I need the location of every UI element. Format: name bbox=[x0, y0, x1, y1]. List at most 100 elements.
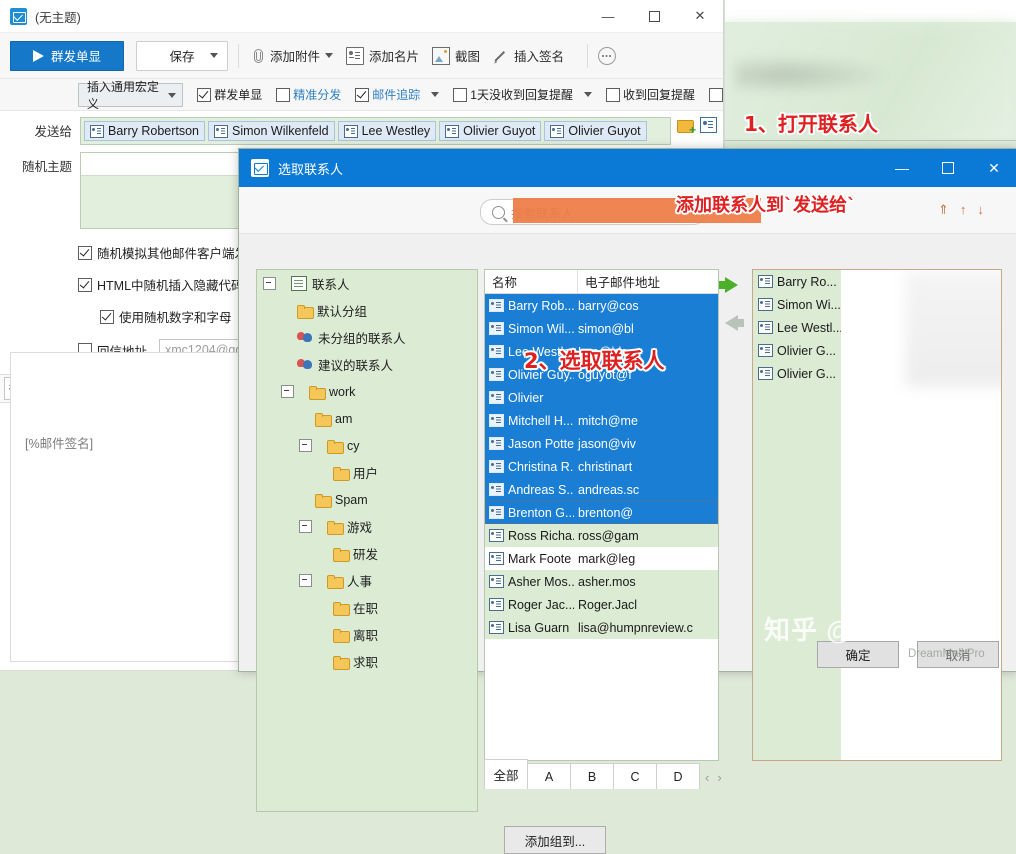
contact-name: Andreas S... bbox=[508, 482, 574, 497]
tree-item-ungrouped[interactable]: 未分组的联系人 bbox=[257, 324, 477, 351]
tree-container[interactable]: 联系人 默认分组 未分组的联系人 建议的联系人 work am cy 用户 Sp… bbox=[256, 269, 478, 812]
collapse-toggle-icon[interactable] bbox=[299, 574, 312, 587]
contact-email: lisa@humpnreview.c bbox=[578, 620, 693, 635]
chevron-down-icon[interactable] bbox=[325, 53, 334, 58]
checkbox-box[interactable] bbox=[197, 87, 212, 102]
insert-macro-button[interactable]: 插入通用宏定义 bbox=[78, 80, 184, 111]
selected-contacts-panel[interactable]: Barry Ro...barry@c Simon Wi...simon@ Lee… bbox=[752, 269, 1002, 761]
screenshot-button[interactable]: 截图 bbox=[432, 46, 480, 65]
tree-item-cy[interactable]: cy bbox=[257, 432, 477, 459]
collapse-toggle-icon[interactable] bbox=[299, 520, 312, 533]
tree-item-jobseeking[interactable]: 求职 bbox=[257, 648, 477, 675]
maximize-button[interactable] bbox=[631, 0, 677, 32]
contact-row[interactable]: Asher Mos... asher.mos bbox=[485, 570, 718, 593]
checkbox-mail-tracking[interactable]: 邮件追踪 bbox=[355, 86, 440, 103]
column-header-name[interactable]: 名称 bbox=[485, 270, 578, 293]
alphabet-prev-icon[interactable]: ‹ bbox=[705, 770, 709, 785]
checkbox-mass-single[interactable]: 群发单显 bbox=[197, 86, 262, 103]
chevron-down-icon[interactable] bbox=[431, 92, 440, 97]
collapse-toggle-icon[interactable] bbox=[263, 277, 276, 290]
tree-item-spam[interactable]: Spam bbox=[257, 486, 477, 513]
alphabet-tab-c[interactable]: C bbox=[613, 763, 657, 789]
checkbox-box[interactable] bbox=[355, 87, 370, 102]
alphabet-next-icon[interactable]: › bbox=[717, 770, 721, 785]
contact-row[interactable]: Mark Foote mark@leg bbox=[485, 547, 718, 570]
tree-item-default-group[interactable]: 默认分组 bbox=[257, 297, 477, 324]
contact-row[interactable]: Lisa Guarn lisa@humpnreview.c bbox=[485, 616, 718, 639]
tree-item-resigned[interactable]: 离职 bbox=[257, 621, 477, 648]
tree-item-suggested[interactable]: 建议的联系人 bbox=[257, 351, 477, 378]
contact-row[interactable]: Ross Richa... ross@gam bbox=[485, 524, 718, 547]
checkbox-box[interactable] bbox=[78, 245, 92, 260]
recipient-chip[interactable]: Simon Wilkenfeld bbox=[208, 121, 335, 141]
open-contacts-icon[interactable] bbox=[700, 117, 717, 133]
dialog-minimize-button[interactable]: — bbox=[879, 149, 925, 187]
tree-item-games[interactable]: 游戏 bbox=[257, 513, 477, 540]
checkbox-box[interactable] bbox=[100, 309, 114, 324]
chevron-down-icon[interactable] bbox=[210, 53, 218, 58]
checkbox-box[interactable] bbox=[78, 277, 92, 292]
sort-up-icon[interactable]: ↑ bbox=[960, 202, 967, 218]
contact-card-icon bbox=[758, 367, 773, 380]
checkbox-no-reply-reminder[interactable]: 1天没收到回复提醒 bbox=[453, 86, 592, 103]
dialog-maximize-button[interactable] bbox=[925, 149, 971, 187]
checkbox-precise-distribution[interactable]: 精准分发 bbox=[276, 86, 341, 103]
contact-row[interactable]: Simon Wil... simon@bl bbox=[485, 317, 718, 340]
more-options-button[interactable] bbox=[598, 46, 617, 65]
add-right-arrow-icon[interactable] bbox=[719, 277, 738, 293]
contact-card-icon bbox=[489, 322, 504, 335]
tree-item-am[interactable]: am bbox=[257, 405, 477, 432]
contact-row[interactable]: Olivier bbox=[485, 386, 718, 409]
collapse-toggle-icon[interactable] bbox=[299, 439, 312, 452]
checkbox-box[interactable] bbox=[276, 87, 291, 102]
contact-row[interactable]: Jason Potter jason@viv bbox=[485, 432, 718, 455]
recipient-chip[interactable]: Barry Robertson bbox=[84, 121, 206, 141]
alphabet-tab-a[interactable]: A bbox=[527, 763, 571, 789]
minimize-button[interactable]: — bbox=[585, 0, 631, 32]
column-header-email[interactable]: 电子邮件地址 bbox=[578, 270, 660, 293]
contact-row[interactable]: Andreas S... andreas.sc bbox=[485, 478, 718, 501]
add-business-card-button[interactable]: 添加名片 bbox=[346, 46, 419, 65]
selected-sort-controls: ⇑ ↑ ↓ bbox=[938, 202, 984, 218]
alphabet-tab-d[interactable]: D bbox=[656, 763, 700, 789]
send-button[interactable]: 群发单显 bbox=[10, 40, 124, 71]
checkbox-box[interactable] bbox=[453, 87, 468, 102]
add-attachment-button[interactable]: 添加附件 bbox=[249, 46, 334, 65]
add-group-to-button[interactable]: 添加组到... bbox=[504, 826, 606, 854]
checkbox-extra[interactable] bbox=[709, 87, 723, 102]
tree-item-work[interactable]: work bbox=[257, 378, 477, 405]
contact-list-panel[interactable]: 名称 电子邮件地址 Barry Rob... barry@cos Simon Wi… bbox=[484, 269, 719, 761]
add-group-icon[interactable] bbox=[677, 118, 696, 137]
tree-item-rnd[interactable]: 研发 bbox=[257, 540, 477, 567]
contact-row[interactable]: Christina R... christinart bbox=[485, 455, 718, 478]
contact-email: Roger.Jacl bbox=[578, 597, 638, 612]
tree-item-users[interactable]: 用户 bbox=[257, 459, 477, 486]
alphabet-tab-all[interactable]: 全部 bbox=[484, 759, 528, 789]
chevron-down-icon[interactable] bbox=[583, 92, 592, 97]
tree-item-hr[interactable]: 人事 bbox=[257, 567, 477, 594]
mail-body-editor[interactable]: [%邮件签名] bbox=[10, 352, 242, 662]
close-button[interactable]: ✕ bbox=[677, 0, 723, 32]
dialog-close-button[interactable]: ✕ bbox=[971, 149, 1016, 187]
contact-row[interactable]: Roger Jac... Roger.Jacl bbox=[485, 593, 718, 616]
recipient-chip[interactable]: Lee Westley bbox=[337, 121, 437, 141]
recipient-chip[interactable]: Olivier Guyot bbox=[544, 121, 647, 141]
chevron-down-icon[interactable] bbox=[168, 92, 177, 98]
contact-row[interactable]: Barry Rob... barry@cos bbox=[485, 294, 718, 317]
sort-top-icon[interactable]: ⇑ bbox=[938, 202, 949, 218]
recipient-chip[interactable]: Olivier Guyot bbox=[439, 121, 542, 141]
sort-down-icon[interactable]: ↓ bbox=[977, 202, 984, 218]
checkbox-box[interactable] bbox=[709, 87, 723, 102]
to-recipients-input[interactable]: Barry Robertson Simon Wilkenfeld Lee Wes… bbox=[80, 117, 671, 145]
checkbox-box[interactable] bbox=[605, 87, 620, 102]
alphabet-tab-b[interactable]: B bbox=[570, 763, 614, 789]
tree-item-employed[interactable]: 在职 bbox=[257, 594, 477, 621]
tree-item-contacts[interactable]: 联系人 bbox=[257, 270, 477, 297]
remove-left-arrow-icon[interactable] bbox=[725, 315, 744, 331]
contact-row[interactable]: Brenton G... brenton@ bbox=[485, 501, 718, 524]
checkbox-reply-received-reminder[interactable]: 收到回复提醒 bbox=[605, 86, 695, 103]
collapse-toggle-icon[interactable] bbox=[281, 385, 294, 398]
insert-signature-button[interactable]: 插入签名 bbox=[493, 46, 564, 65]
save-button[interactable]: 保存 bbox=[136, 40, 228, 71]
contact-row[interactable]: Mitchell H... mitch@me bbox=[485, 409, 718, 432]
